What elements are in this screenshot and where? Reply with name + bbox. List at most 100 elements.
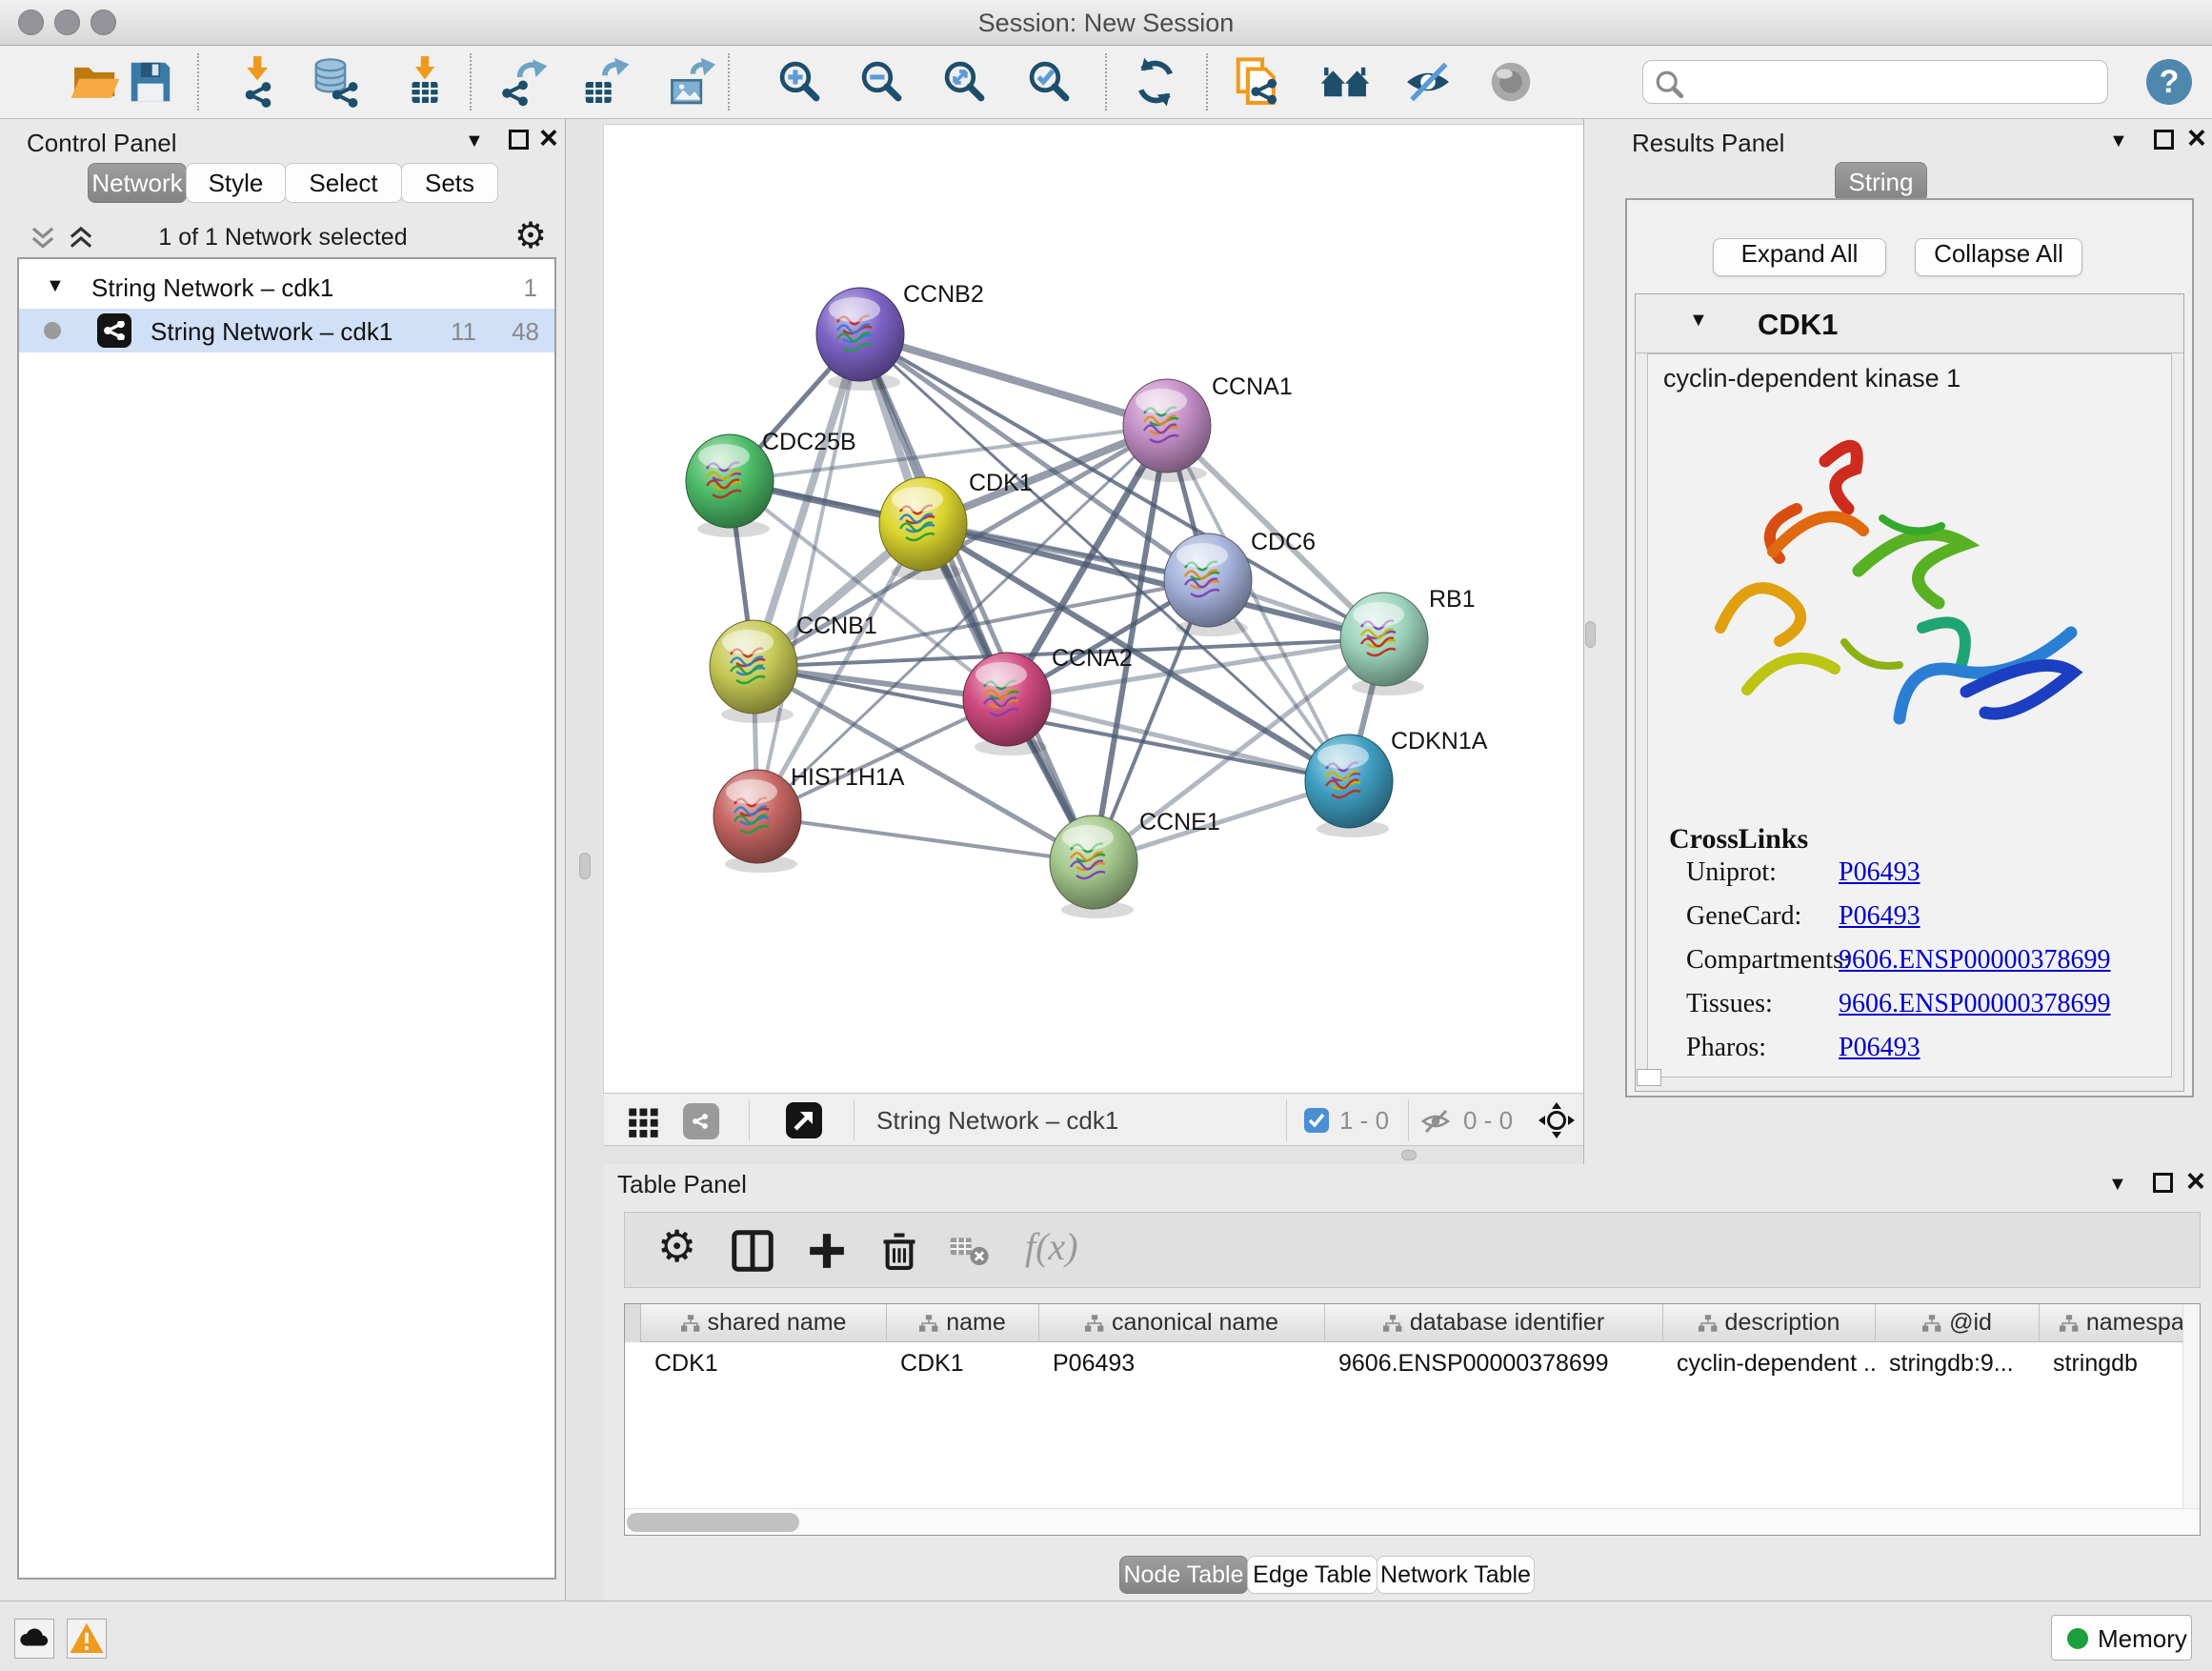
cell--id[interactable]: stringdb:9...	[1876, 1342, 2040, 1384]
open-session-icon[interactable]	[70, 54, 121, 110]
expand-all-icon[interactable]	[67, 226, 95, 251]
crosslink-tissues-link[interactable]: 9606.ENSP00000378699	[1839, 989, 2110, 1019]
import-table-icon[interactable]	[399, 54, 451, 110]
horizontal-scrollbar[interactable]	[625, 1508, 2200, 1535]
export-network-icon[interactable]	[497, 54, 549, 110]
column-header--id[interactable]: @id	[1876, 1304, 2040, 1342]
table-panel: Table Panel ▼ × ⚙ f(x) shared namenameca…	[604, 1164, 2212, 1601]
network-edge-CCNB2-CCNA1[interactable]	[860, 334, 1167, 426]
cell-name[interactable]: CDK1	[887, 1342, 1039, 1384]
panel-menu-icon[interactable]: ▼	[2109, 131, 2128, 152]
network-canvas[interactable]: CCNB2CCNA1CDC25BCDK1CDC6RB1CCNB1CCNA2CDK…	[604, 125, 1583, 1093]
hidden-eye-icon[interactable]	[1419, 1106, 1452, 1141]
birds-eye-view-icon[interactable]	[785, 1101, 823, 1144]
section-expand-icon[interactable]: ▼	[1689, 310, 1708, 332]
gear-icon[interactable]: ⚙	[514, 218, 547, 254]
cell-canonical-name[interactable]: P06493	[1039, 1342, 1325, 1384]
tab-style[interactable]: Style	[186, 163, 286, 203]
zoom-fit-content-icon[interactable]	[939, 54, 991, 110]
crosslink-pharos-link[interactable]: P06493	[1839, 1033, 1920, 1063]
column-header-label: name	[946, 1309, 1006, 1337]
table-gear-icon[interactable]: ⚙	[657, 1220, 699, 1262]
panel-float-icon[interactable]	[2154, 130, 2174, 150]
cell-database-identifier[interactable]: 9606.ENSP00000378699	[1325, 1342, 1663, 1384]
houses-icon[interactable]	[1319, 54, 1371, 110]
panel-close-icon[interactable]: ×	[2187, 124, 2206, 152]
warning-icon[interactable]	[67, 1619, 107, 1659]
right-splitter-handle[interactable]	[1585, 621, 1596, 648]
string-results-box: Expand All Collapse All ▼ CDK1 cyclin-de…	[1625, 198, 2194, 1097]
delete-table-icon[interactable]	[948, 1230, 990, 1272]
network-collection-row[interactable]: ▼ String Network – cdk1 1	[19, 265, 554, 309]
column-header-name[interactable]: name	[887, 1304, 1039, 1342]
zoom-selected-icon[interactable]	[1024, 54, 1076, 110]
tab-network-table[interactable]: Network Table	[1377, 1556, 1535, 1594]
add-column-icon[interactable]	[806, 1230, 848, 1272]
grid-view-icon[interactable]	[627, 1104, 661, 1143]
export-table-icon[interactable]	[579, 54, 631, 110]
vertical-scrollbar[interactable]	[2182, 1304, 2200, 1535]
left-splitter[interactable]	[567, 119, 604, 1601]
zoom-out-icon[interactable]	[856, 54, 908, 110]
cell-namespace[interactable]: stringdb	[2040, 1342, 2201, 1384]
export-image-icon[interactable]	[664, 54, 715, 110]
column-header-shared-name[interactable]: shared name	[641, 1304, 887, 1342]
network-edge-CCNB2-HIST1H1A[interactable]	[757, 334, 860, 816]
refresh-icon[interactable]	[1130, 54, 1181, 110]
cell-shared-name[interactable]: CDK1	[641, 1342, 887, 1384]
splitter-handle[interactable]	[579, 853, 591, 879]
cell-description[interactable]: cyclin-dependent ...	[1663, 1342, 1876, 1384]
move-crosshair-icon[interactable]	[1538, 1101, 1576, 1144]
splitter-handle[interactable]	[1401, 1150, 1417, 1160]
eye-icon[interactable]	[1485, 54, 1537, 110]
selected-checkbox[interactable]	[1303, 1107, 1330, 1138]
delete-column-icon[interactable]	[878, 1230, 920, 1272]
toolbar-separator	[1105, 53, 1107, 111]
column-header-namespace[interactable]: namespace	[2040, 1304, 2201, 1342]
select-columns-icon[interactable]	[732, 1230, 774, 1272]
tab-network[interactable]: Network	[88, 163, 187, 203]
column-header-canonical-name[interactable]: canonical name	[1039, 1304, 1325, 1342]
panel-close-icon[interactable]: ×	[2186, 1167, 2205, 1196]
import-network-icon[interactable]	[232, 54, 284, 110]
collapse-all-button[interactable]: Collapse All	[1915, 238, 2082, 276]
network-row-selected[interactable]: String Network – cdk1 11 48	[19, 309, 554, 352]
zoom-in-icon[interactable]	[774, 54, 826, 110]
tree-expand-icon[interactable]: ▼	[46, 275, 65, 297]
panel-float-icon[interactable]	[509, 130, 529, 150]
column-header-description[interactable]: description	[1663, 1304, 1876, 1342]
search-input[interactable]	[1687, 63, 2097, 101]
cloud-icon[interactable]	[14, 1619, 54, 1659]
tab-select[interactable]: Select	[285, 163, 402, 203]
hide-unhide-icon[interactable]	[1402, 54, 1454, 110]
scrollbar-stub[interactable]	[1637, 1069, 1661, 1086]
collapse-all-icon[interactable]	[29, 226, 57, 251]
search-box[interactable]	[1642, 60, 2108, 104]
crosslink-genecard-link[interactable]: P06493	[1839, 901, 1920, 932]
panel-menu-icon[interactable]: ▼	[2108, 1174, 2127, 1196]
memory-button[interactable]: Memory	[2051, 1615, 2192, 1661]
panel-close-icon[interactable]: ×	[539, 124, 558, 152]
network-graph[interactable]: CCNB2CCNA1CDC25BCDK1CDC6RB1CCNB1CCNA2CDK…	[604, 125, 1583, 1093]
panel-menu-icon[interactable]: ▼	[465, 131, 484, 152]
tab-sets[interactable]: Sets	[401, 163, 498, 203]
help-button[interactable]: ?	[2146, 59, 2192, 105]
tab-edge-table[interactable]: Edge Table	[1247, 1556, 1377, 1594]
scrollbar-thumb[interactable]	[627, 1513, 799, 1532]
import-network-from-database-icon[interactable]	[310, 54, 361, 110]
network-view-share-icon[interactable]	[682, 1102, 720, 1145]
expand-all-button[interactable]: Expand All	[1713, 238, 1886, 276]
column-header-database-identifier[interactable]: database identifier	[1325, 1304, 1663, 1342]
table-row[interactable]: CDK1CDK1P064939606.ENSP00000378699cyclin…	[641, 1342, 2201, 1384]
crosslink-uniprot-link[interactable]: P06493	[1839, 857, 1920, 888]
function-builder-icon[interactable]: f(x)	[1025, 1224, 1078, 1269]
protein-section-header[interactable]: ▼ CDK1	[1636, 294, 2183, 353]
string-copy-network-icon[interactable]	[1232, 54, 1283, 110]
network-edge-HIST1H1A-CCNE1[interactable]	[757, 816, 1094, 862]
save-session-icon[interactable]	[125, 54, 176, 110]
panel-float-icon[interactable]	[2153, 1173, 2173, 1193]
tab-string[interactable]: String	[1835, 162, 1927, 202]
crosslink-compartments-link[interactable]: 9606.ENSP00000378699	[1839, 945, 2110, 976]
tab-node-table[interactable]: Node Table	[1119, 1556, 1248, 1594]
network-edge-CCNA2-CDKN1A[interactable]	[1007, 699, 1349, 781]
